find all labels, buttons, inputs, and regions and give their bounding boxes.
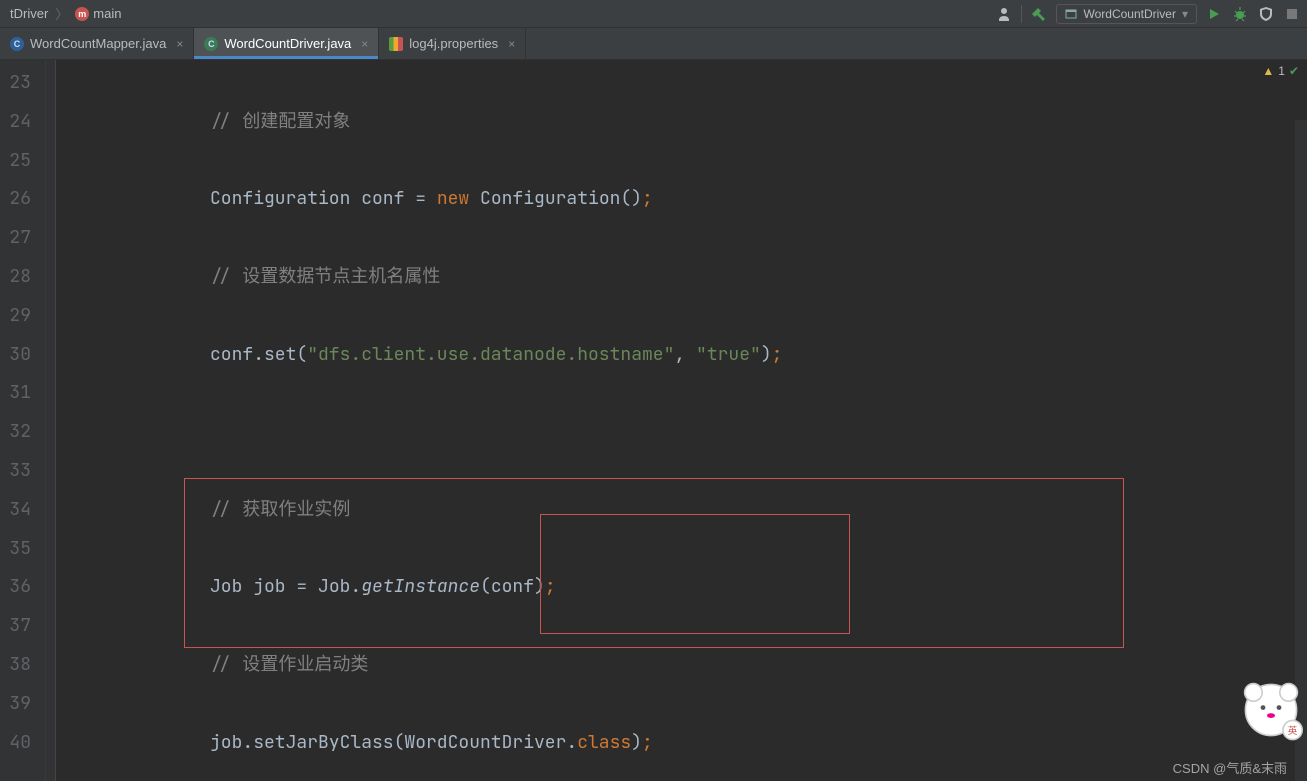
build-icon[interactable] [1030,5,1048,23]
vertical-scrollbar[interactable] [1295,120,1307,781]
gutter-stripe [46,60,56,781]
code-line: // 创建配置对象 [66,103,1307,142]
tab-label: WordCountDriver.java [224,36,351,51]
line-number: 31 [0,374,31,413]
code-line [66,413,1307,452]
code-line: // 设置数据节点主机名属性 [66,258,1307,297]
code-line: conf.set("dfs.client.use.datanode.hostna… [66,336,1307,375]
line-number: 37 [0,607,31,646]
editor-tab[interactable]: log4j.properties × [379,28,526,59]
line-number: 34 [0,491,31,530]
line-number: 40 [0,724,31,763]
chevron-down-icon: ▾ [1182,7,1188,21]
properties-file-icon [389,37,403,51]
tab-label: WordCountMapper.java [30,36,166,51]
line-number: 39 [0,685,31,724]
editor-tabs: C WordCountMapper.java × C WordCountDriv… [0,28,1307,60]
code-editor[interactable]: 23 24 25 26 27 28 29 30 31 32 33 34 35 3… [0,60,1307,781]
run-icon[interactable] [1205,5,1223,23]
run-config-label: WordCountDriver [1083,7,1175,21]
line-number: 28 [0,258,31,297]
code-area[interactable]: // 创建配置对象 Configuration conf = new Confi… [56,60,1307,781]
method-icon: m [75,7,89,21]
breadcrumb-label: main [93,6,121,21]
line-number: 25 [0,142,31,181]
line-number: 35 [0,530,31,569]
line-number: 38 [0,646,31,685]
breadcrumb-part[interactable]: tDriver [6,6,52,21]
code-line: // 获取作业实例 [66,491,1307,530]
separator [1021,5,1022,23]
close-icon[interactable]: × [176,37,183,51]
line-number: 33 [0,452,31,491]
application-icon [1065,8,1077,20]
line-number: 27 [0,219,31,258]
watermark-text: CSDN @气质&末雨 [1173,758,1287,777]
code-line: Configuration conf = new Configuration()… [66,180,1307,219]
line-number: 26 [0,180,31,219]
java-class-icon: C [204,37,218,51]
stop-icon[interactable] [1283,5,1301,23]
run-config-selector[interactable]: WordCountDriver ▾ [1056,4,1197,24]
debug-icon[interactable] [1231,5,1249,23]
user-icon[interactable] [995,5,1013,23]
line-number: 29 [0,297,31,336]
code-line: job.setJarByClass(WordCountDriver.class)… [66,724,1307,763]
toolbar-right: WordCountDriver ▾ [995,4,1301,24]
code-line: // 设置作业启动类 [66,646,1307,685]
navigation-bar: tDriver 〉 m main WordCountDriver ▾ [0,0,1307,28]
java-class-icon: C [10,37,24,51]
code-line: Job job = Job.getInstance(conf); [66,568,1307,607]
line-number: 36 [0,568,31,607]
breadcrumb-part[interactable]: m main [71,6,125,21]
line-number: 30 [0,336,31,375]
line-number: 23 [0,64,31,103]
editor-tab[interactable]: C WordCountDriver.java × [194,28,379,59]
line-number: 32 [0,413,31,452]
close-icon[interactable]: × [361,37,368,51]
line-number-gutter: 23 24 25 26 27 28 29 30 31 32 33 34 35 3… [0,60,46,781]
coverage-icon[interactable] [1257,5,1275,23]
editor-tab[interactable]: C WordCountMapper.java × [0,28,194,59]
close-icon[interactable]: × [508,37,515,51]
line-number: 24 [0,103,31,142]
breadcrumb-separator: 〉 [52,4,71,23]
tab-label: log4j.properties [409,36,498,51]
breadcrumb-label: tDriver [10,6,48,21]
